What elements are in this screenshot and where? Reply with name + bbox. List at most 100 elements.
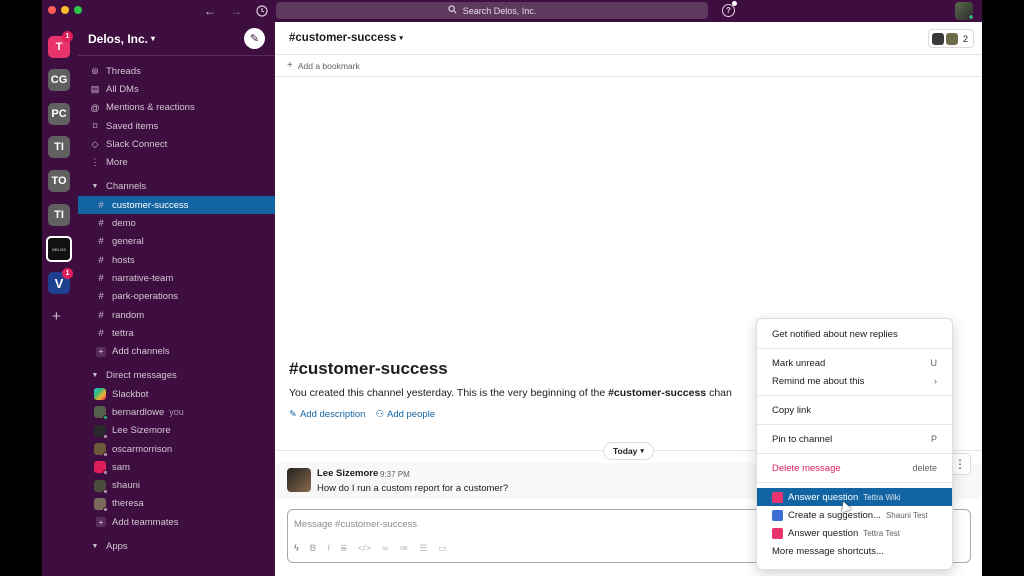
menu-divider <box>757 453 952 454</box>
sidebar-channel-narrative-team[interactable]: # narrative-team <box>78 269 275 287</box>
strikethrough-icon[interactable]: S <box>341 543 347 554</box>
close-window-button[interactable] <box>48 6 56 14</box>
avatar[interactable] <box>287 468 311 492</box>
back-arrow-icon[interactable]: ← <box>202 3 218 19</box>
avatar <box>94 406 108 421</box>
presence-active-icon <box>968 14 974 20</box>
message-timestamp[interactable]: 9:37 PM <box>380 470 410 479</box>
sidebar-dm-theresa[interactable]: theresa <box>78 495 275 513</box>
add-description-link[interactable]: ✎ Add description <box>289 409 365 420</box>
zoom-window-button[interactable] <box>74 6 82 14</box>
sidebar: Delos, Inc. ▾ ✎ ⊚ Threads ▤ All DMs @ Menti… <box>78 22 275 576</box>
menu-item-delete[interactable]: Delete message delete <box>757 459 952 477</box>
sidebar-channel-general[interactable]: # general <box>78 233 275 251</box>
link-icon[interactable]: ∞ <box>382 543 388 554</box>
menu-item-create-suggestion[interactable]: Create a suggestion... Shauni Test <box>757 506 952 524</box>
sidebar-dm-shauni[interactable]: shauni <box>78 477 275 495</box>
add-people-link[interactable]: ⚇ Add people <box>375 409 435 420</box>
workspace-ti-2[interactable]: TI <box>48 204 70 226</box>
member-avatar <box>945 32 958 45</box>
hash-icon: # <box>98 272 104 284</box>
member-count: 2 <box>962 33 968 44</box>
workspace-cg[interactable]: CG <box>48 69 70 91</box>
help-notification-dot <box>732 1 737 6</box>
search-placeholder: Search Delos, Inc. <box>462 5 537 16</box>
hash-icon: # <box>98 254 104 266</box>
member-avatar <box>931 32 944 45</box>
sidebar-channel-customer-success[interactable]: # customer-success <box>78 196 275 215</box>
sidebar-dm-bernardlowe[interactable]: bernardlowe you <box>78 403 275 421</box>
menu-item-mark-unread[interactable]: Mark unread U <box>757 354 952 372</box>
workspace-badge: 1 <box>62 268 73 279</box>
workspace-to[interactable]: TO <box>48 170 70 192</box>
workspace-ti[interactable]: TI <box>48 136 70 158</box>
workspace-name: Delos, Inc. <box>88 31 149 46</box>
sidebar-dm-sam[interactable]: sam <box>78 458 275 476</box>
slack-connect-icon: ◇ <box>91 138 99 149</box>
plus-icon: + <box>96 517 106 528</box>
code-block-icon[interactable]: ▭ <box>438 543 447 554</box>
menu-item-answer-question-wiki[interactable]: Answer question Tettra Wiki <box>757 488 952 506</box>
sidebar-channel-park-operations[interactable]: # park-operations <box>78 288 275 306</box>
sidebar-item-saved[interactable]: ⌑ Saved items <box>78 117 275 135</box>
add-teammates-button[interactable]: + Add teammates <box>78 513 275 531</box>
forward-arrow-icon[interactable]: → <box>228 3 244 19</box>
avatar <box>94 479 108 494</box>
hash-icon: # <box>98 309 104 321</box>
avatar <box>94 497 108 512</box>
menu-item-notify-replies[interactable]: Get notified about new replies <box>757 325 952 343</box>
message-context-menu: Get notified about new replies Mark unre… <box>756 318 953 570</box>
history-nav: ← → <box>202 3 270 19</box>
sidebar-item-more[interactable]: ⋮ More <box>78 153 275 171</box>
composer-toolbar: ϟ B I S </> ∞ ≔ ☰ ▭ <box>294 543 447 554</box>
menu-item-pin[interactable]: Pin to channel P <box>757 430 952 448</box>
sidebar-item-all-dms[interactable]: ▤ All DMs <box>78 80 275 98</box>
sidebar-dm-lee-sizemore[interactable]: Lee Sizemore <box>78 422 275 440</box>
menu-item-more-shortcuts[interactable]: More message shortcuts... <box>757 542 952 560</box>
sidebar-channel-random[interactable]: # random <box>78 306 275 324</box>
hash-icon: # <box>98 218 104 230</box>
person-add-icon: ⚇ <box>375 409 384 420</box>
sidebar-item-threads[interactable]: ⊚ Threads <box>78 62 275 80</box>
code-icon[interactable]: </> <box>358 543 371 554</box>
sidebar-channel-hosts[interactable]: # hosts <box>78 251 275 269</box>
workspace-pc[interactable]: PC <box>48 103 70 125</box>
bulleted-list-icon[interactable]: ☰ <box>419 543 427 554</box>
date-jump-button[interactable]: Today ▾ <box>603 442 654 460</box>
dm-section-header[interactable]: ▼ Direct messages <box>78 367 275 385</box>
hash-icon: # <box>98 236 104 248</box>
menu-divider <box>757 424 952 425</box>
sidebar-channel-tettra[interactable]: # tettra <box>78 324 275 342</box>
channels-section-header[interactable]: ▼ Channels <box>78 178 275 196</box>
message-author[interactable]: Lee Sizemore <box>317 468 378 479</box>
sidebar-item-mentions[interactable]: @ Mentions & reactions <box>78 99 275 117</box>
history-clock-icon[interactable] <box>254 3 270 19</box>
add-channels-button[interactable]: + Add channels <box>78 342 275 360</box>
bold-icon[interactable]: B <box>310 543 317 554</box>
sidebar-item-slack-connect[interactable]: ◇ Slack Connect <box>78 135 275 153</box>
sidebar-dm-slackbot[interactable]: Slackbot <box>78 385 275 403</box>
add-bookmark-button[interactable]: + Add a bookmark <box>275 55 982 77</box>
member-list-button[interactable]: 2 <box>927 29 974 48</box>
shortcuts-bolt-icon[interactable]: ϟ <box>294 543 299 554</box>
channel-header: #customer-success ▾ <box>275 22 982 55</box>
compose-icon: ✎ <box>249 33 260 45</box>
add-workspace-button[interactable]: + <box>52 308 61 325</box>
menu-item-copy-link[interactable]: Copy link <box>757 401 952 419</box>
workspace-delos[interactable]: DELOS <box>46 236 72 262</box>
avatar <box>94 461 108 476</box>
ordered-list-icon[interactable]: ≔ <box>399 543 408 554</box>
apps-section-header[interactable]: ▼ Apps <box>78 537 275 555</box>
menu-item-answer-question-test[interactable]: Answer question Tettra Test <box>757 524 952 542</box>
channel-title-button[interactable]: #customer-success <box>289 32 396 44</box>
menu-item-remind[interactable]: Remind me about this › <box>757 372 952 390</box>
italic-icon[interactable]: I <box>327 543 330 554</box>
caret-down-icon: ▼ <box>91 372 99 380</box>
minimize-window-button[interactable] <box>61 6 69 14</box>
search-input[interactable]: Search Delos, Inc. <box>276 2 708 19</box>
compose-button[interactable]: ✎ <box>244 28 265 49</box>
all-dms-icon: ▤ <box>90 83 100 94</box>
sidebar-dm-oscarmorrison[interactable]: oscarmorrison <box>78 440 275 458</box>
channel-intro-title: #customer-success <box>289 359 448 378</box>
sidebar-channel-demo[interactable]: # demo <box>78 214 275 232</box>
